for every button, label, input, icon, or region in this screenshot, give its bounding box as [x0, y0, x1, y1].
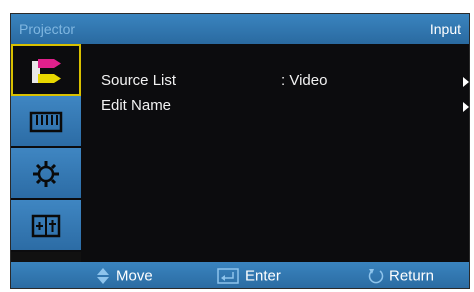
footer-hint-bar: Move Enter Return — [11, 262, 469, 288]
return-icon — [368, 269, 384, 284]
option-panel-icon — [31, 214, 61, 238]
menu-content: Source List : Video Edit Name — [81, 44, 469, 262]
menu-item-source-list[interactable]: Source List : Video — [81, 70, 469, 94]
sidebar-item-option[interactable] — [11, 200, 81, 252]
sidebar-item-input[interactable] — [11, 44, 81, 96]
submenu-arrow-icon — [463, 102, 469, 112]
enter-label: Enter — [245, 267, 281, 285]
sidebar-item-setup[interactable] — [11, 148, 81, 200]
menu-item-value: : Video — [281, 72, 328, 89]
app-title: Projector — [19, 21, 76, 37]
sidebar-item-picture[interactable] — [11, 96, 81, 148]
sidebar — [11, 44, 81, 262]
move-hint: Move — [97, 267, 153, 285]
menu-title: Input — [429, 21, 461, 37]
projector-osd-window: Projector Input Source List: Video Edit… — [10, 13, 470, 289]
input-source-icon — [32, 59, 61, 83]
menu-item-label: Edit Name — [101, 97, 172, 114]
menu-item-label: Source List — [101, 72, 177, 89]
title-bar: Projector Input — [11, 14, 469, 44]
up-down-arrow-icon — [97, 268, 109, 285]
submenu-arrow-icon — [463, 77, 469, 87]
enter-icon — [217, 268, 239, 284]
enter-hint: Enter — [217, 267, 281, 285]
gear-icon — [33, 161, 59, 187]
return-hint: Return — [367, 267, 434, 285]
return-label: Return — [389, 267, 435, 285]
keyboard-icon — [29, 111, 63, 133]
menu-item-edit-name[interactable]: Edit Name — [81, 95, 469, 119]
move-label: Move — [116, 267, 153, 285]
